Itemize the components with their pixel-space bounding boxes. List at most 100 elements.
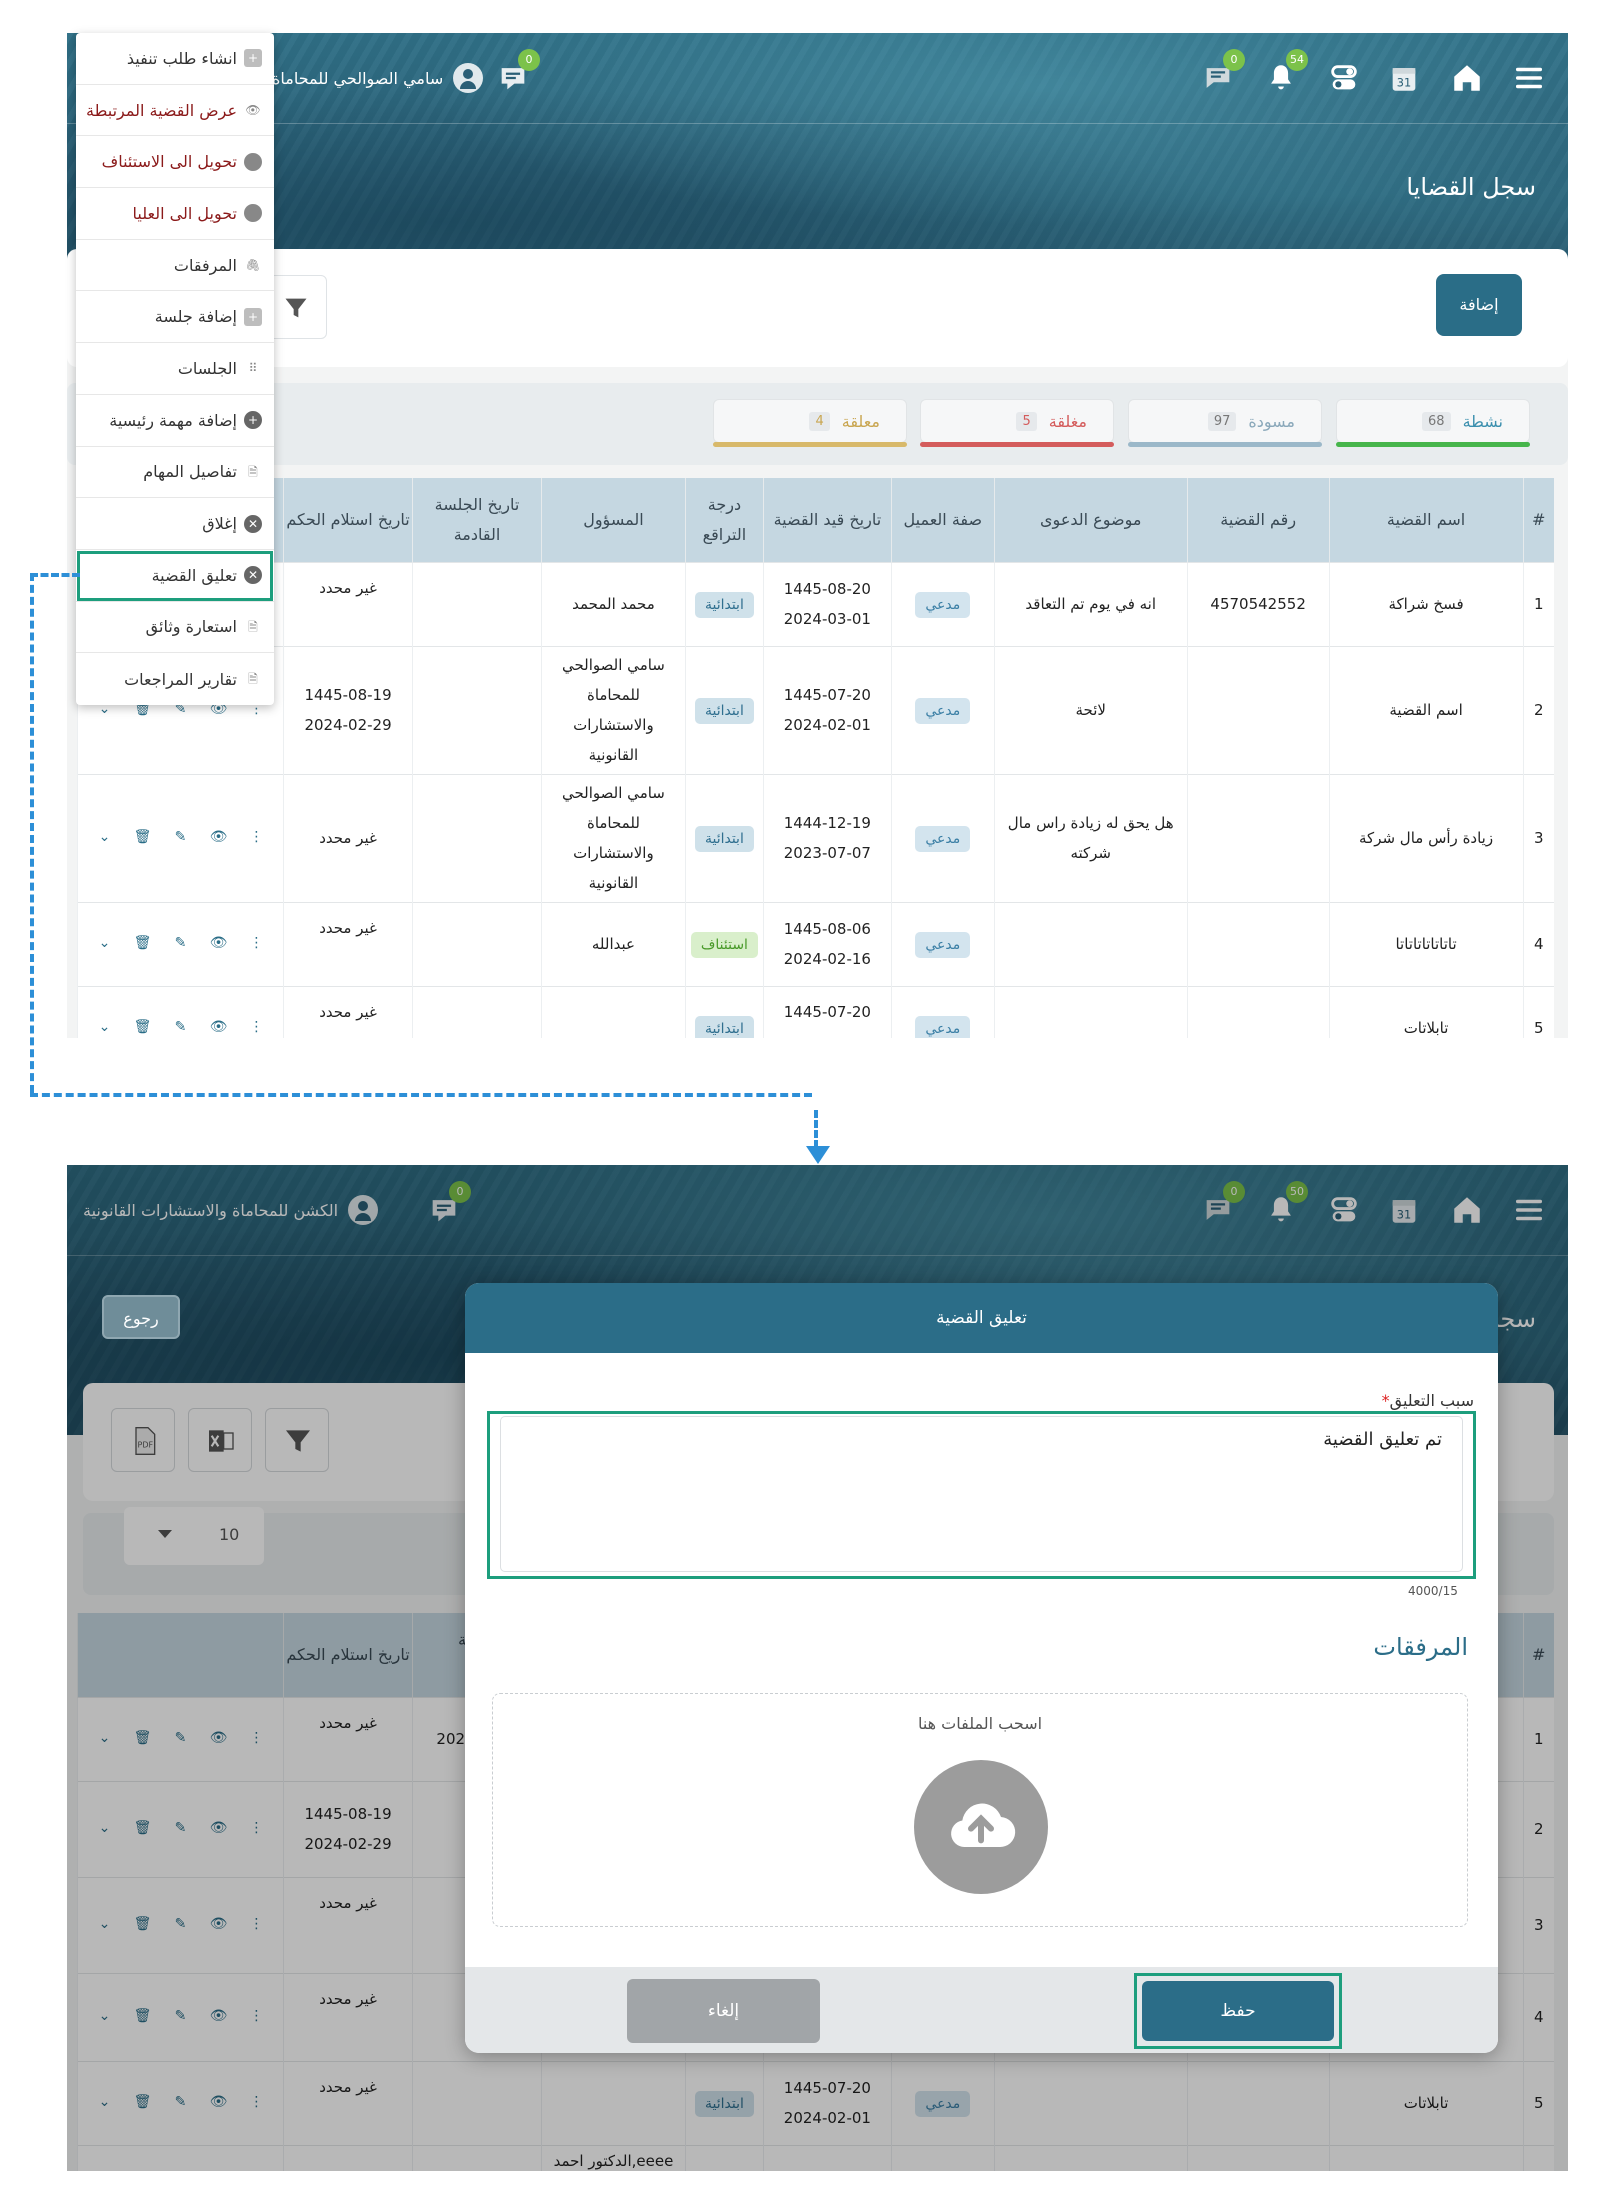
case-owner: محمد المحمد [540, 561, 686, 646]
status-label: نشطة [1462, 411, 1503, 431]
plus-box-icon: + [244, 307, 262, 326]
client-role-badge: مدعي [915, 932, 971, 958]
col-header: تاريخ الجلسة القادمة [412, 478, 542, 562]
char-counter: 4000/15 [1408, 1584, 1458, 1598]
row-actions: ⌄ 🗑 ✎ 👁 ⋮ [78, 1013, 283, 1038]
connector-line [30, 573, 34, 1093]
edit-icon[interactable]: ✎ [166, 823, 196, 853]
row-number: 1 [1522, 561, 1554, 646]
modal-footer: إلغاء حفظ [465, 1967, 1498, 2053]
delete-icon[interactable]: 🗑 [128, 823, 158, 853]
arrow-down-icon [806, 1146, 830, 1164]
menu-item-review-reports[interactable]: 🗎 تقارير المراجعات [76, 653, 274, 705]
case-subject: هل يحق له زيادة راس مال شركته [993, 773, 1188, 902]
expand-icon[interactable]: ⌄ [90, 929, 120, 959]
col-header[interactable]: تاريخ قيد القضية [762, 478, 892, 562]
level-badge: استئناف [690, 932, 758, 958]
case-name-link[interactable]: زيادة رأس مال شركة [1328, 773, 1524, 902]
menu-item-task-details[interactable]: 🗎 تفاصيل المهام [76, 447, 274, 499]
hamburger-menu-icon[interactable] [1512, 61, 1546, 95]
home-icon[interactable] [1450, 61, 1484, 95]
expand-icon[interactable]: ⌄ [90, 823, 120, 853]
col-header: # [1522, 478, 1554, 562]
case-name-link[interactable]: تاتاتاتاتاتاتا [1328, 901, 1524, 986]
client-role-badge: مدعي [915, 698, 971, 724]
dropzone-text: اسحب الملفات هنا [917, 1714, 1043, 1733]
delete-icon[interactable]: 🗑 [128, 1013, 158, 1038]
attachments-title: المرفقات [1373, 1633, 1468, 1661]
file-dropzone[interactable]: اسحب الملفات هنا [492, 1693, 1468, 1927]
status-count: 4 [809, 411, 830, 431]
next-session [412, 561, 542, 646]
menu-item-sessions[interactable]: ⠿ الجلسات [76, 343, 274, 395]
suspend-reason-highlight: تم تعليق القضية [487, 1411, 1476, 1579]
eye-icon: 👁 [245, 103, 261, 118]
back-button[interactable]: رجوع [102, 1295, 180, 1339]
menu-item-suspend-case[interactable]: ✕ تعليق القضية [76, 550, 274, 602]
view-icon[interactable]: 👁 [204, 929, 234, 959]
bell-badge: 54 [1286, 49, 1308, 71]
cloud-upload-icon[interactable] [914, 1760, 1048, 1894]
status-chip-active[interactable]: نشطة 68 [1336, 399, 1530, 447]
menu-item-add-main-task[interactable]: + إضافة مهمة رئيسية [76, 395, 274, 447]
row-actions: ⌄ 🗑 ✎ 👁 ⋮ [78, 823, 283, 853]
menu-item-transfer-supreme[interactable]: تحويل الى العليا [76, 188, 274, 240]
edit-icon[interactable]: ✎ [166, 929, 196, 959]
edit-icon[interactable]: ✎ [166, 1013, 196, 1038]
case-name-link[interactable]: اسم القضية [1328, 645, 1524, 774]
x-circle-icon: ✕ [244, 566, 262, 585]
ruling-date: 1445-08-19 2024-02-29 [283, 645, 413, 774]
case-number [1186, 645, 1330, 774]
suspend-reason-label: سبب التعليق* [1381, 1391, 1474, 1410]
menu-item-add-session[interactable]: + إضافة جلسة [76, 291, 274, 344]
user-profile[interactable]: سامي الصوالحي للمحاماة [272, 63, 484, 93]
status-filter-bar: نشطة 68 مسودة 97 مغلقة 5 معلقة 4 [67, 383, 1568, 465]
case-date-hijri: 1444-12-19 [783, 814, 871, 832]
ruling-date: غير محدد [283, 773, 413, 902]
status-chip-draft[interactable]: مسودة 97 [1128, 399, 1322, 447]
more-icon[interactable]: ⋮ [242, 823, 272, 853]
case-number [1186, 901, 1330, 986]
case-name-link[interactable]: تابلاتات [1328, 985, 1524, 1038]
cancel-button[interactable]: إلغاء [627, 1979, 820, 2043]
save-button[interactable]: حفظ [1142, 1981, 1334, 2041]
next-session [412, 645, 542, 774]
menu-item-create-execution[interactable]: + انشاء طلب تنفيذ [76, 33, 274, 85]
ruling-date: غير محدد [283, 561, 413, 646]
col-header: صفة العميل [890, 478, 995, 562]
more-icon[interactable]: ⋮ [242, 929, 272, 959]
case-date-gregorian: 2023-07-07 [783, 844, 871, 862]
connector-line [814, 1110, 818, 1148]
connector-line [30, 1093, 812, 1097]
messages-icon[interactable]: 0 [1201, 49, 1245, 95]
menu-item-borrow-documents[interactable]: 🗎 استعارة وثائق [76, 602, 274, 654]
menu-item-transfer-appeal[interactable]: تحويل الى الاستئناف [76, 136, 274, 189]
suspend-reason-textarea[interactable]: تم تعليق القضية [500, 1416, 1463, 1572]
case-date-hijri: 1445-07-20 [762, 985, 892, 1038]
row-number: 4 [1522, 901, 1554, 986]
chat-icon[interactable]: 0 [496, 49, 540, 95]
case-subject: انه في يوم تم التعاقد [993, 561, 1188, 646]
status-chip-closed[interactable]: مغلقة 5 [920, 399, 1114, 447]
menu-item-view-linked-case[interactable]: 👁 عرض القضية المرتبطة [76, 85, 274, 137]
menu-item-attachments[interactable]: 🖇 المرفقات [76, 240, 274, 292]
delete-icon[interactable]: 🗑 [128, 929, 158, 959]
status-chip-suspended[interactable]: معلقة 4 [713, 399, 907, 447]
view-icon[interactable]: 👁 [204, 823, 234, 853]
case-name-link[interactable]: فسخ شراكة [1328, 561, 1524, 646]
case-date-gregorian: 2024-02-16 [783, 950, 871, 968]
case-owner [540, 985, 686, 1038]
level-badge: ابتدائية [694, 592, 754, 618]
view-icon[interactable]: 👁 [204, 1013, 234, 1038]
add-button[interactable]: إضافة [1436, 274, 1522, 336]
client-role-badge: مدعي [915, 592, 971, 618]
more-icon[interactable]: ⋮ [242, 1013, 272, 1038]
menu-item-close[interactable]: ✕ إغلاق [76, 498, 274, 550]
toggle-icon[interactable] [1327, 61, 1361, 95]
bell-icon[interactable]: 54 [1264, 49, 1308, 95]
required-marker: * [1381, 1391, 1390, 1410]
top-bar: 31 54 0 0 سامي الصوالحي للمحاماة [67, 33, 1568, 123]
document-icon: 🗎 [248, 619, 258, 634]
calendar-icon[interactable]: 31 [1387, 61, 1421, 95]
expand-icon[interactable]: ⌄ [90, 1013, 120, 1038]
